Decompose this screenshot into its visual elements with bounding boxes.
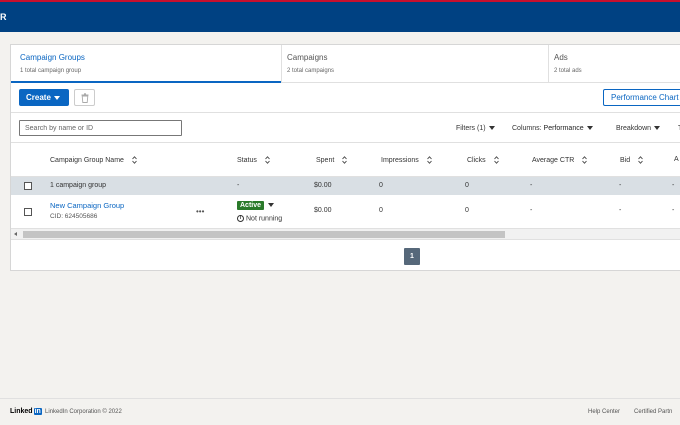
chevron-down-icon <box>586 126 593 131</box>
column-header-label: Campaign Group Name <box>50 156 124 164</box>
column-header-average-ctr[interactable]: Average CTR <box>532 156 588 164</box>
chevron-down-icon <box>53 95 60 100</box>
scrollbar-thumb[interactable] <box>23 231 505 238</box>
summary-name: 1 campaign group <box>50 182 107 189</box>
trash-icon <box>81 93 89 103</box>
column-header-label: Status <box>237 156 257 164</box>
create-button-label: Create <box>26 93 51 102</box>
chevron-down-icon <box>268 203 275 208</box>
horizontal-scrollbar[interactable] <box>11 229 680 240</box>
more-options-icon[interactable]: ••• <box>196 207 204 216</box>
create-button[interactable]: Create <box>19 89 69 106</box>
sort-icon <box>342 156 348 164</box>
filters-dropdown[interactable]: Filters (1) <box>456 125 495 132</box>
summary-spent: $0.00 <box>314 182 332 189</box>
tab-campaign-groups[interactable]: Campaign Groups 1 total campaign group <box>11 45 281 83</box>
tab-ads-label: Ads <box>554 53 568 62</box>
column-header-bid[interactable]: Bid <box>620 156 643 164</box>
delete-button[interactable] <box>74 89 95 106</box>
sort-icon <box>638 156 643 164</box>
summary-impressions: 0 <box>379 182 383 189</box>
scroll-left-icon[interactable] <box>14 232 17 236</box>
tab-campaigns[interactable]: Campaigns 2 total campaigns <box>278 45 548 83</box>
sort-icon <box>426 156 432 164</box>
row-spent: $0.00 <box>314 207 332 214</box>
search-input[interactable] <box>19 120 182 136</box>
top-navigation-bar: R <box>0 0 680 32</box>
row-ctr: - <box>530 207 533 214</box>
logo-in-mark: in <box>33 408 42 415</box>
summary-ctr: - <box>530 182 533 189</box>
columns-label: Columns: <box>512 125 542 132</box>
row-bid: - <box>619 207 622 214</box>
pagination-page-button[interactable]: 1 <box>404 248 420 265</box>
summary-clicks: 0 <box>465 182 469 189</box>
summary-row: 1 campaign group - $0.00 0 0 - - - <box>11 177 680 195</box>
row-extra: - <box>672 207 675 214</box>
column-header-label: Impressions <box>381 156 419 164</box>
column-header-status[interactable]: Status <box>237 156 270 164</box>
column-header-label: Bid <box>620 156 631 164</box>
column-header-name[interactable]: Campaign Group Name <box>50 156 137 164</box>
sort-icon <box>264 156 270 164</box>
logo-text: Linked <box>10 408 33 415</box>
chevron-down-icon <box>488 126 495 131</box>
help-center-link[interactable]: Help Center <box>588 409 620 415</box>
sort-icon <box>132 156 137 164</box>
column-header-impressions[interactable]: Impressions <box>381 156 432 164</box>
select-all-checkbox[interactable] <box>24 182 32 190</box>
entity-tabs: Campaign Groups 1 total campaign group C… <box>11 45 680 83</box>
summary-extra: - <box>672 182 675 189</box>
certified-partners-link[interactable]: Certified Partn <box>634 409 672 415</box>
info-icon: i <box>237 215 244 222</box>
campaign-manager-card: Campaign Groups 1 total campaign group C… <box>10 44 680 271</box>
column-header-label: Average CTR <box>532 156 575 164</box>
sort-icon <box>582 156 588 164</box>
status-badge: Active <box>237 201 265 210</box>
column-header-clicks[interactable]: Clicks <box>467 156 499 164</box>
tab-campaigns-count: 2 total campaigns <box>287 68 335 74</box>
footer: Linked in LinkedIn Corporation © 2022 Hel… <box>0 398 680 425</box>
tab-campaign-groups-count: 1 total campaign group <box>20 68 82 74</box>
performance-chart-label: Performance Chart <box>611 93 679 102</box>
linkedin-logo[interactable]: Linked in <box>10 408 42 415</box>
summary-status: - <box>237 182 240 189</box>
copyright-text: LinkedIn Corporation © 2022 <box>45 409 122 415</box>
column-header-truncated[interactable]: A <box>674 156 679 163</box>
row-checkbox[interactable] <box>24 208 32 216</box>
columns-value: Performance <box>543 125 584 132</box>
status-note: i Not running <box>237 215 282 222</box>
sort-icon <box>493 156 499 164</box>
campaign-group-id: CID: 624505686 <box>50 213 98 220</box>
chevron-down-icon <box>654 126 661 131</box>
filter-bar: Filters (1) Columns: Performance Breakdo… <box>11 113 680 143</box>
column-header-spent[interactable]: Spent <box>316 156 348 164</box>
summary-bid: - <box>619 182 622 189</box>
filters-label: Filters (1) <box>456 125 486 132</box>
table-header: Campaign Group Name Status Spent Impress… <box>11 143 680 177</box>
columns-dropdown[interactable]: Columns: Performance <box>512 125 593 132</box>
table-row: New Campaign Group CID: 624505686 ••• Ac… <box>11 195 680 229</box>
tab-ads[interactable]: Ads 2 total ads <box>545 45 680 83</box>
header-label: R <box>0 12 7 22</box>
tab-ads-count: 2 total ads <box>554 68 582 74</box>
tab-campaign-groups-label: Campaign Groups <box>20 53 85 62</box>
row-impressions: 0 <box>379 207 383 214</box>
status-dropdown[interactable]: Active <box>237 201 275 210</box>
column-header-label: Clicks <box>467 156 486 164</box>
row-clicks: 0 <box>465 207 469 214</box>
breakdown-label: Breakdown <box>616 125 652 132</box>
column-header-label: Spent <box>316 156 335 164</box>
tab-campaigns-label: Campaigns <box>287 53 328 62</box>
column-header-label: A <box>674 156 679 163</box>
campaign-group-name-link[interactable]: New Campaign Group <box>50 201 124 210</box>
breakdown-dropdown[interactable]: Breakdown <box>616 125 661 132</box>
status-note-label: Not running <box>246 215 283 223</box>
action-toolbar: Create Performance Chart <box>11 83 680 113</box>
performance-chart-button[interactable]: Performance Chart <box>603 89 680 106</box>
